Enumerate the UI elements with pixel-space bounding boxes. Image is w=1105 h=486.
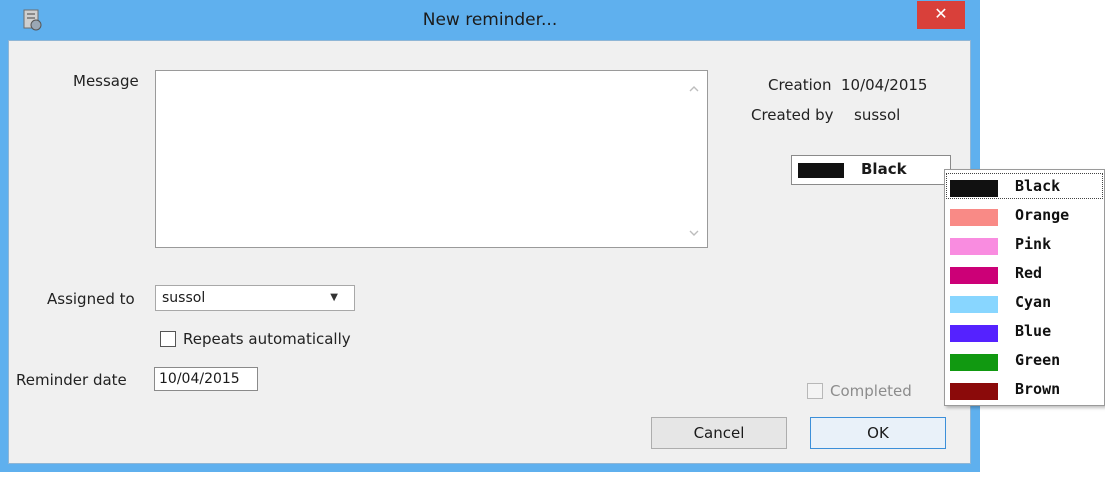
color-option-label: Red — [1015, 264, 1043, 282]
color-option-green[interactable]: Green — [945, 346, 1104, 374]
dialog-window: New reminder... ✕ Message Creation 10/04… — [0, 0, 980, 472]
color-option-label: Blue — [1015, 322, 1052, 340]
color-option-cyan[interactable]: Cyan — [945, 288, 1104, 316]
selected-color-swatch — [798, 163, 844, 178]
color-option-label: Green — [1015, 351, 1061, 369]
color-swatch — [950, 354, 998, 371]
reminder-date-label: Reminder date — [16, 371, 127, 389]
message-label: Message — [73, 72, 139, 90]
message-textarea[interactable] — [155, 70, 708, 248]
color-option-label: Orange — [1015, 206, 1070, 224]
assigned-to-value: sussol — [162, 290, 206, 306]
color-option-label: Brown — [1015, 380, 1061, 398]
color-option-brown[interactable]: Brown — [945, 375, 1104, 403]
created-by-label: Created by — [751, 106, 834, 124]
color-option-red[interactable]: Red — [945, 259, 1104, 287]
scroll-down-arrow-icon[interactable] — [689, 227, 699, 237]
color-option-blue[interactable]: Blue — [945, 317, 1104, 345]
color-option-label: Black — [1015, 177, 1061, 195]
color-dropdown-menu: Black Orange Pink Red Cyan Blue Green Brown — [944, 169, 1105, 406]
cancel-button[interactable]: Cancel — [651, 417, 787, 449]
scroll-up-arrow-icon[interactable] — [689, 83, 699, 93]
color-picker-button[interactable]: Black — [791, 155, 951, 185]
color-swatch — [950, 238, 998, 255]
creation-date: 10/04/2015 — [841, 76, 928, 94]
completed-label: Completed — [830, 382, 912, 400]
repeats-label: Repeats automatically — [183, 330, 351, 348]
ok-button[interactable]: OK — [810, 417, 946, 449]
dialog-body: Message Creation 10/04/2015 Created by s… — [8, 40, 971, 464]
color-swatch — [950, 325, 998, 342]
assigned-to-label: Assigned to — [47, 290, 135, 308]
window-title: New reminder... — [422, 10, 558, 30]
created-by-value: sussol — [854, 106, 901, 124]
creation-label: Creation — [768, 76, 832, 94]
color-swatch — [950, 296, 998, 313]
color-option-orange[interactable]: Orange — [945, 201, 1104, 229]
color-swatch — [950, 209, 998, 226]
completed-checkbox[interactable] — [807, 383, 823, 399]
title-bar[interactable]: New reminder... ✕ — [0, 0, 980, 40]
chevron-down-icon: ▼ — [330, 292, 338, 303]
color-option-label: Pink — [1015, 235, 1052, 253]
selected-color-name: Black — [861, 160, 907, 178]
color-option-black[interactable]: Black — [945, 172, 1104, 200]
close-icon: ✕ — [934, 4, 948, 23]
close-button[interactable]: ✕ — [917, 1, 965, 29]
color-swatch — [950, 383, 998, 400]
color-option-pink[interactable]: Pink — [945, 230, 1104, 258]
color-swatch — [950, 180, 998, 197]
reminder-date-value: 10/04/2015 — [159, 371, 240, 387]
assigned-to-select[interactable]: sussol ▼ — [155, 285, 355, 311]
color-swatch — [950, 267, 998, 284]
reminder-date-field[interactable]: 10/04/2015 — [154, 367, 258, 391]
repeats-checkbox[interactable] — [160, 331, 176, 347]
color-option-label: Cyan — [1015, 293, 1052, 311]
